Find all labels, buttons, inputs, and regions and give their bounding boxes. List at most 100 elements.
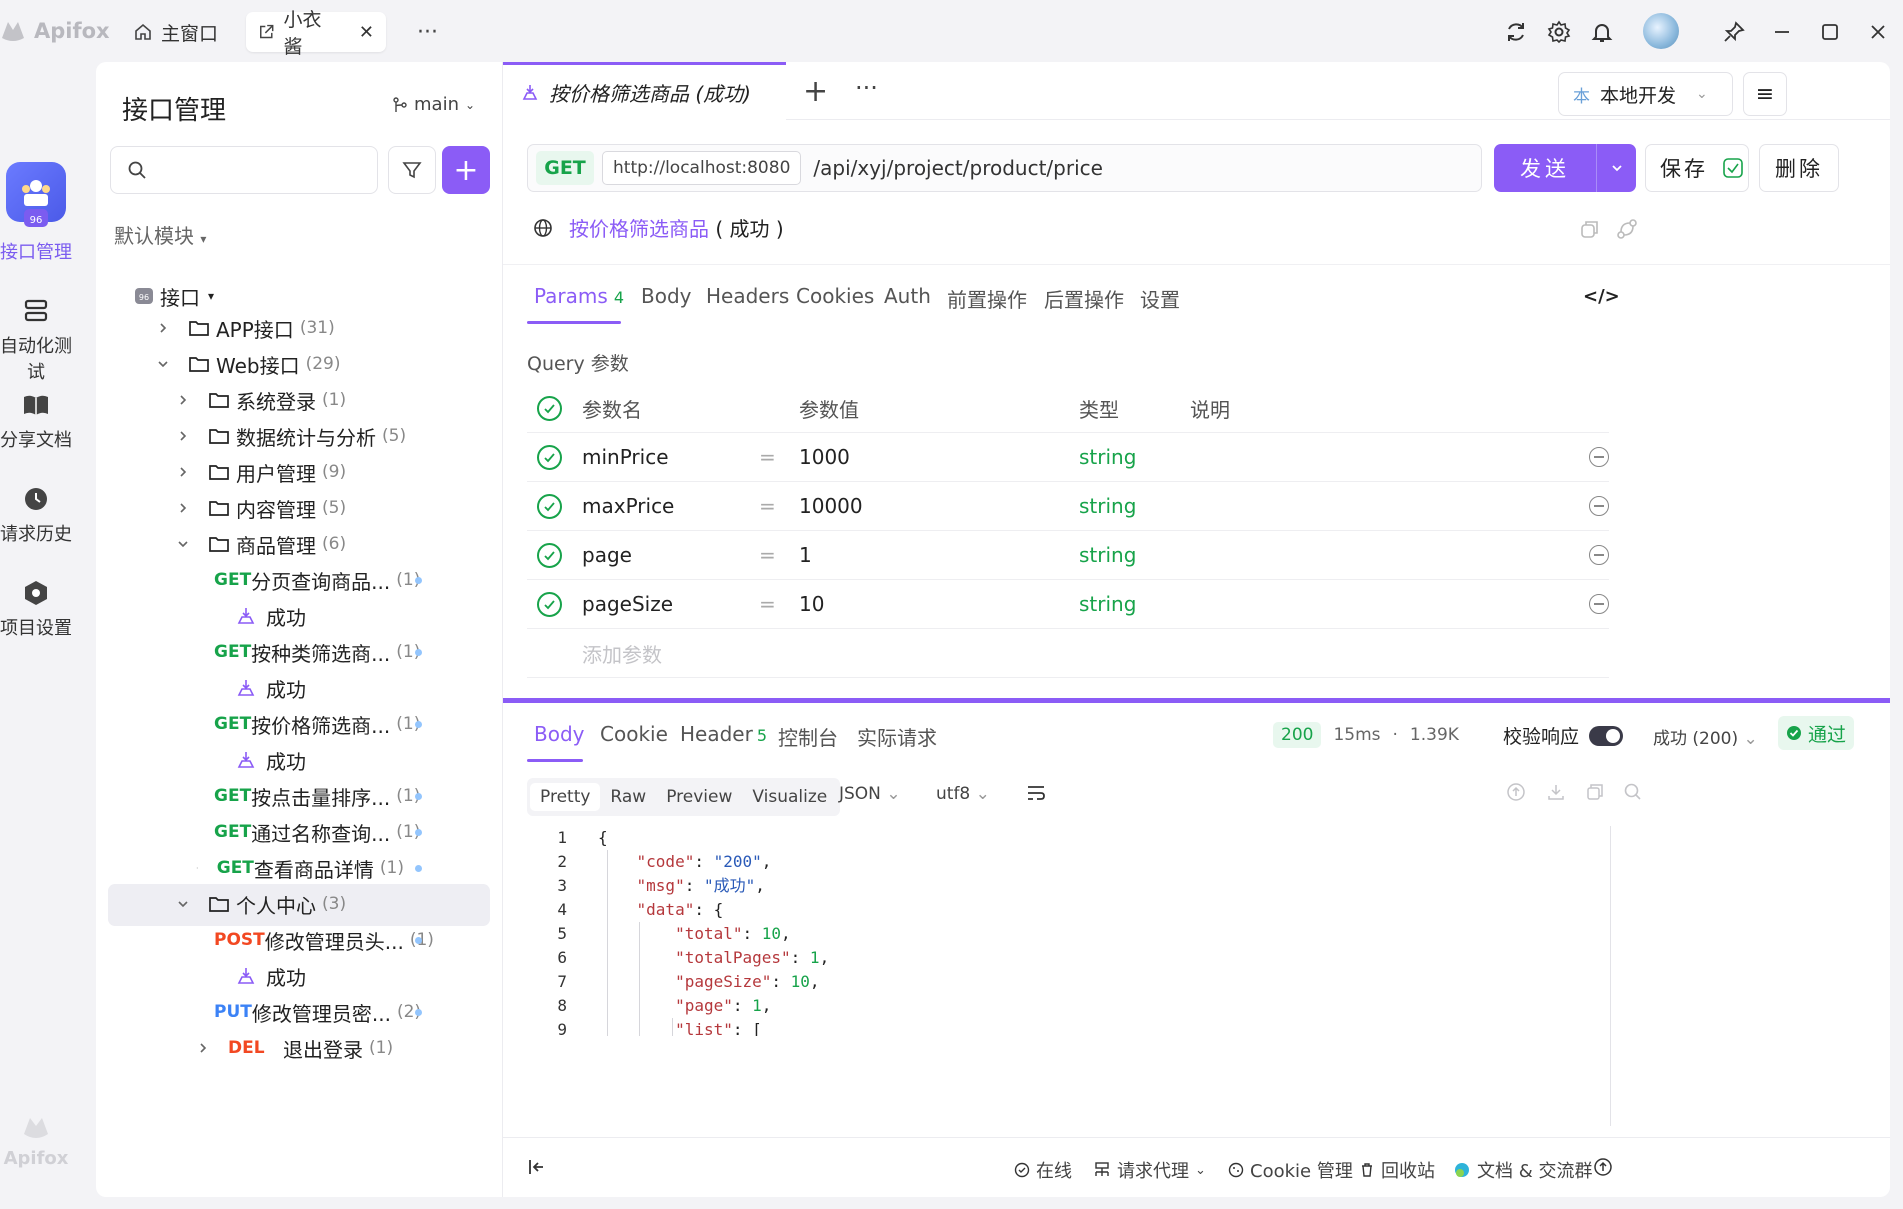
online-status[interactable]: 在线 — [1014, 1157, 1072, 1183]
tree-folder[interactable]: 用户管理 (9) — [176, 454, 346, 490]
rail-item-api-management[interactable]: 96 接口管理 — [0, 202, 72, 264]
base-url[interactable]: http://localhost:8080 — [602, 151, 802, 185]
view-visualize[interactable]: Visualize — [742, 783, 837, 811]
method-select[interactable]: GET — [536, 151, 594, 185]
send-dropdown-icon[interactable] — [1596, 144, 1636, 192]
chevron-right-icon[interactable] — [176, 393, 190, 407]
response-code-viewer[interactable]: 1{2 "code": "200", 3 "msg": "成功", 4 "data"… — [527, 826, 1617, 1036]
remove-param-icon[interactable] — [1589, 447, 1609, 467]
param-type[interactable]: string — [1079, 445, 1136, 469]
tree-api-item[interactable]: GET 分页查询商品... (1) — [196, 562, 422, 598]
param-checkbox[interactable] — [537, 543, 562, 568]
tab-project[interactable]: 小衣酱 ✕ — [246, 9, 386, 58]
param-type[interactable]: string — [1079, 494, 1136, 518]
encoding-select[interactable]: utf8 ⌄ — [936, 784, 990, 804]
add-api-button[interactable]: + — [442, 146, 490, 194]
param-name[interactable]: maxPrice — [582, 494, 674, 518]
param-value[interactable]: 1000 — [799, 445, 850, 469]
delete-button[interactable]: 删除 — [1759, 144, 1839, 192]
remove-param-icon[interactable] — [1589, 496, 1609, 516]
validate-response-toggle[interactable]: 校验响应 — [1503, 722, 1624, 749]
chevron-right-icon[interactable] — [176, 465, 190, 479]
tab-main-window[interactable]: 主窗口 — [122, 12, 230, 52]
share-link-icon[interactable] — [1616, 218, 1638, 244]
copy-response-icon[interactable] — [1585, 782, 1605, 806]
tree-api-item[interactable]: GET 通过名称查询... (1) — [196, 814, 422, 850]
tree-api-item[interactable]: PUT 修改管理员密... (2) — [196, 994, 422, 1030]
format-select[interactable]: JSON ⌄ — [839, 784, 901, 804]
tree-folder[interactable]: 商品管理 (6) — [176, 526, 346, 562]
sync-icon[interactable] — [1502, 18, 1530, 46]
tab-headers[interactable]: Headers — [706, 284, 789, 308]
chevron-right-icon[interactable] — [156, 321, 170, 335]
remove-param-icon[interactable] — [1589, 545, 1609, 565]
rail-item-history[interactable]: 请求历史 — [0, 484, 72, 546]
tab-settings[interactable]: 设置 — [1140, 284, 1180, 313]
code-scrollbar[interactable] — [1610, 826, 1611, 1126]
view-raw[interactable]: Raw — [600, 783, 656, 811]
chevron-right-icon[interactable] — [176, 501, 190, 515]
tab-pre-ops[interactable]: 前置操作 — [947, 284, 1027, 313]
tab-body[interactable]: Body — [641, 284, 692, 308]
maximize-icon[interactable] — [1816, 18, 1844, 46]
view-pretty[interactable]: Pretty — [530, 783, 601, 811]
resp-tab-header[interactable]: Header 5 — [680, 722, 767, 746]
pin-icon[interactable] — [1720, 18, 1748, 46]
tab-post-ops[interactable]: 后置操作 — [1044, 284, 1124, 313]
param-name[interactable]: pageSize — [582, 592, 673, 616]
send-button[interactable]: 发送 — [1494, 144, 1636, 192]
tree-search-input[interactable] — [110, 146, 378, 194]
tree-api-item[interactable]: GET 按点击量排序... (1) — [196, 778, 422, 814]
new-tab-button[interactable]: + — [803, 74, 828, 109]
chevron-right-icon[interactable] — [196, 861, 199, 875]
bell-icon[interactable] — [1588, 18, 1616, 46]
resp-tab-cookie[interactable]: Cookie — [600, 722, 668, 746]
tree-case-item[interactable]: 成功 — [236, 598, 306, 634]
url-path-input[interactable]: /api/xyj/project/product/price — [813, 156, 1103, 180]
chevron-right-icon[interactable] — [196, 1041, 210, 1055]
save-button[interactable]: 保存 — [1645, 144, 1749, 192]
param-checkbox[interactable] — [537, 592, 562, 617]
resp-tab-body[interactable]: Body — [534, 722, 585, 746]
rail-item-share-docs[interactable]: 分享文档 — [0, 390, 72, 452]
tab-cookies[interactable]: Cookies — [796, 284, 874, 308]
tree-api-item[interactable]: GET 按种类筛选商... (1) — [196, 634, 422, 670]
param-type[interactable]: string — [1079, 543, 1136, 567]
param-name[interactable]: minPrice — [582, 445, 669, 469]
rail-item-project-settings[interactable]: 项目设置 — [0, 578, 72, 640]
doc-tab[interactable]: 按价格筛选商品 (成功) — [503, 62, 786, 120]
rail-item-automation[interactable]: 自动化测试 — [0, 296, 72, 384]
env-selector[interactable]: 本 本地开发 ⌄ — [1558, 72, 1733, 116]
chevron-down-icon[interactable] — [176, 897, 190, 911]
tree-api-item[interactable]: POST修改管理员头...(1) — [196, 922, 434, 958]
request-proxy[interactable]: 请求代理 ⌄ — [1093, 1157, 1206, 1183]
upgrade-icon[interactable] — [1593, 1157, 1613, 1177]
param-value[interactable]: 10 — [799, 592, 824, 616]
chevron-down-icon[interactable] — [176, 537, 190, 551]
tree-folder[interactable]: 个人中心 (3) — [176, 886, 346, 922]
tab-auth[interactable]: Auth — [884, 284, 931, 308]
remove-param-icon[interactable] — [1589, 594, 1609, 614]
param-name[interactable]: page — [582, 543, 632, 567]
add-param-row[interactable]: 添加参数 — [527, 629, 1609, 678]
chevron-down-icon[interactable] — [156, 357, 170, 371]
tree-folder[interactable]: APP接口 (31) — [156, 310, 335, 346]
tab-close-icon[interactable]: ✕ — [359, 22, 374, 43]
resize-handle[interactable] — [503, 698, 1890, 703]
tree-api-item[interactable]: DEL 退出登录 (1) — [196, 1030, 404, 1066]
toggle-switch[interactable] — [1589, 725, 1624, 746]
param-checkbox[interactable] — [537, 445, 562, 470]
collapse-sidebar-icon[interactable] — [527, 1157, 547, 1177]
select-all-checkbox[interactable] — [537, 396, 562, 421]
module-selector[interactable]: 默认模块 ▾ — [114, 220, 206, 249]
tree-folder[interactable]: 内容管理 (5) — [176, 490, 346, 526]
url-bar[interactable]: GET http://localhost:8080 /api/xyj/proje… — [527, 144, 1482, 192]
code-view-icon[interactable]: </> — [1583, 286, 1620, 307]
doc-name[interactable]: 按价格筛选商品 — [569, 217, 709, 241]
resp-tab-console[interactable]: 控制台 — [778, 722, 838, 751]
wrap-lines-icon[interactable] — [1025, 782, 1047, 808]
tree-case-item[interactable]: 成功 — [236, 958, 306, 994]
filter-button[interactable] — [388, 146, 436, 194]
branch-selector[interactable]: main ⌄ — [392, 94, 475, 115]
tab-params[interactable]: Params 4 — [534, 284, 624, 308]
